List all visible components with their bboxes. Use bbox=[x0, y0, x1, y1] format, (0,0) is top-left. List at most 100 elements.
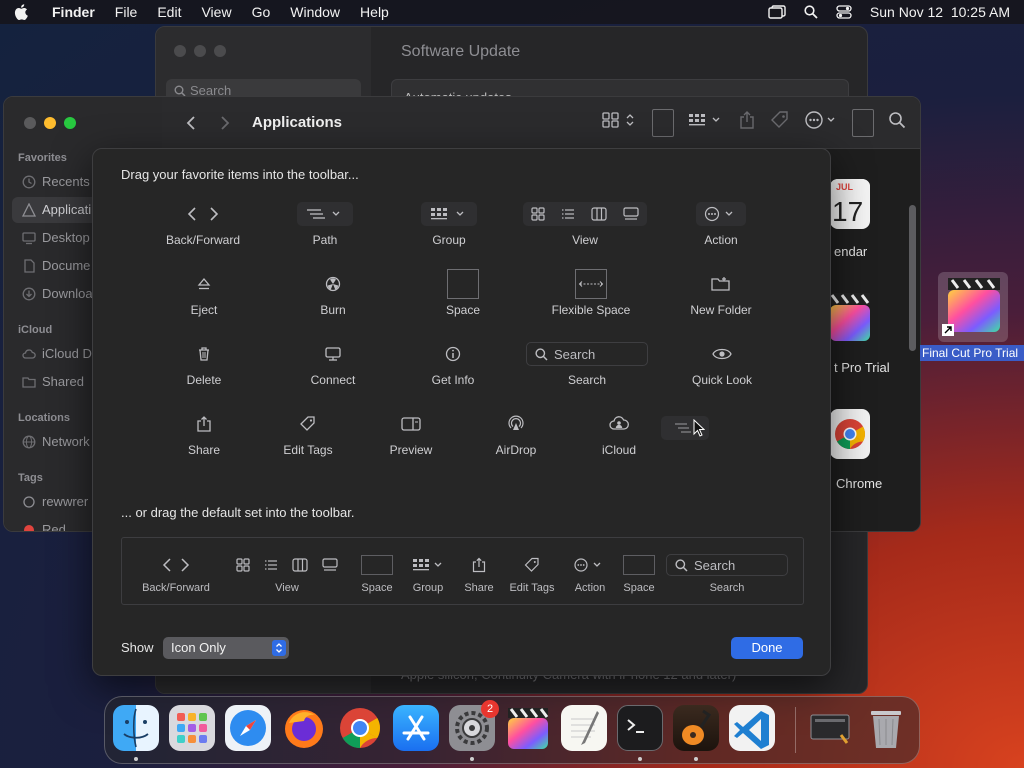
window-controls bbox=[24, 117, 76, 129]
toolbar-item-path[interactable]: Path bbox=[295, 199, 355, 247]
done-button[interactable]: Done bbox=[731, 637, 803, 659]
dock-screenshot-icon[interactable] bbox=[807, 705, 853, 751]
minimize-button[interactable] bbox=[194, 45, 206, 57]
dock-finder-icon[interactable] bbox=[113, 705, 159, 751]
menu-help[interactable]: Help bbox=[360, 4, 389, 20]
toolbar-item-label: Get Info bbox=[431, 373, 475, 387]
minimize-button[interactable] bbox=[44, 117, 56, 129]
toolbar-item-flexible-space[interactable]: Flexible Space bbox=[541, 269, 641, 317]
calendar-app-icon[interactable]: JUL 17 bbox=[830, 179, 870, 229]
dock-terminal-icon[interactable] bbox=[617, 705, 663, 751]
download-icon bbox=[22, 287, 36, 301]
close-button[interactable] bbox=[24, 117, 36, 129]
dock-app-store-icon[interactable] bbox=[393, 705, 439, 751]
toolbar-item-view[interactable]: View bbox=[515, 199, 655, 247]
dock-final-cut-pro-icon[interactable] bbox=[505, 705, 551, 751]
show-label: Show bbox=[121, 640, 154, 655]
red-tag-icon bbox=[24, 525, 34, 531]
dock-firefox-icon[interactable] bbox=[281, 705, 327, 751]
sidebar-section-favorites: Favorites bbox=[18, 152, 67, 164]
toolbar-item-group[interactable]: Group bbox=[419, 199, 479, 247]
chrome-app-icon[interactable] bbox=[830, 409, 870, 459]
search-button[interactable] bbox=[888, 111, 906, 134]
action-button[interactable] bbox=[804, 110, 838, 135]
apple-menu-icon[interactable] bbox=[14, 4, 30, 20]
toolbar-item-edit-tags[interactable]: Edit Tags bbox=[273, 409, 343, 457]
spotlight-icon[interactable] bbox=[804, 5, 818, 19]
menu-view[interactable]: View bbox=[201, 4, 231, 20]
forward-button[interactable] bbox=[208, 115, 242, 131]
menu-window[interactable]: Window bbox=[290, 4, 340, 20]
dock-vscode-icon[interactable] bbox=[729, 705, 775, 751]
toolbar-item-connect[interactable]: Connect bbox=[298, 339, 368, 387]
stage-manager-icon[interactable] bbox=[768, 5, 786, 19]
tag-button[interactable] bbox=[770, 110, 790, 135]
final-cut-pro-app-icon[interactable] bbox=[830, 291, 870, 341]
info-icon bbox=[445, 346, 461, 362]
dock-launchpad-icon[interactable] bbox=[169, 705, 215, 751]
menu-go[interactable]: Go bbox=[252, 4, 271, 20]
toolbar-item-eject[interactable]: Eject bbox=[174, 269, 234, 317]
toolbar-item-back-forward[interactable]: Back/Forward bbox=[163, 199, 243, 247]
dock-safari-icon[interactable] bbox=[225, 705, 271, 751]
toolbar-item-share[interactable]: Share bbox=[174, 409, 234, 457]
toolbar-item-get-info[interactable]: Get Info bbox=[423, 339, 483, 387]
search-icon bbox=[675, 558, 688, 572]
toolbar-item-label: Search bbox=[709, 582, 745, 594]
close-button[interactable] bbox=[174, 45, 186, 57]
toolbar-item-label: Action bbox=[704, 233, 738, 247]
flexible-space-placeholder bbox=[575, 269, 607, 299]
shared-folder-icon bbox=[22, 377, 36, 388]
toolbar-item-label: Group bbox=[412, 582, 444, 594]
default-toolbar-set[interactable]: Back/Forward View Space Group Share Edit… bbox=[121, 537, 804, 605]
menu-edit[interactable]: Edit bbox=[157, 4, 181, 20]
toolbar-item-label: Space bbox=[623, 582, 655, 594]
zoom-button[interactable] bbox=[214, 45, 226, 57]
share-icon bbox=[197, 416, 211, 432]
toolbar-item-space[interactable]: Space bbox=[433, 269, 493, 317]
toolbar-item-delete[interactable]: Delete bbox=[174, 339, 234, 387]
toolbar-item-action[interactable]: Action bbox=[691, 199, 751, 247]
toolbar-item-label: Connect bbox=[310, 373, 356, 387]
ellipsis-circle-icon bbox=[805, 111, 835, 129]
toolbar-item-preview[interactable]: Preview bbox=[381, 409, 441, 457]
finder-scrollbar[interactable] bbox=[909, 205, 916, 351]
default-item-group: Group bbox=[408, 552, 448, 594]
group-button[interactable] bbox=[688, 111, 724, 134]
search-field-preview: Search bbox=[666, 554, 788, 576]
desktop-final-cut-pro-icon[interactable] bbox=[938, 272, 1008, 342]
column-view-icon bbox=[591, 207, 607, 221]
dock-textedit-icon[interactable] bbox=[561, 705, 607, 751]
dock-trash-icon[interactable] bbox=[863, 705, 909, 751]
share-button[interactable] bbox=[738, 110, 756, 135]
toolbar-right-group bbox=[602, 108, 920, 137]
control-center-icon[interactable] bbox=[836, 5, 852, 19]
show-mode-select[interactable]: Icon Only bbox=[163, 637, 289, 659]
sidebar-item-label: Docume bbox=[42, 258, 91, 273]
toolbar-item-new-folder[interactable]: New Folder bbox=[681, 269, 761, 317]
software-update-title: Software Update bbox=[401, 43, 521, 60]
dock: 2 bbox=[104, 696, 920, 764]
toolbar-item-label: Eject bbox=[190, 303, 218, 317]
toolbar-item-quick-look[interactable]: Quick Look bbox=[682, 339, 762, 387]
toolbar-item-label: View bbox=[275, 582, 299, 594]
toolbar-item-burn[interactable]: Burn bbox=[303, 269, 363, 317]
toolbar-item-airdrop[interactable]: AirDrop bbox=[486, 409, 546, 457]
view-mode-button[interactable] bbox=[602, 111, 638, 134]
menu-app-name[interactable]: Finder bbox=[52, 4, 95, 20]
menu-file[interactable]: File bbox=[115, 4, 138, 20]
toolbar-item-search[interactable]: Search Search bbox=[526, 339, 648, 387]
dock-chrome-icon[interactable] bbox=[337, 705, 383, 751]
dock-garageband-icon[interactable] bbox=[673, 705, 719, 751]
back-button[interactable] bbox=[174, 115, 208, 131]
toolbar-item-icloud[interactable]: iCloud bbox=[589, 409, 649, 457]
share-icon bbox=[740, 111, 754, 129]
default-item-action: Action bbox=[570, 552, 610, 594]
dock-system-settings-icon[interactable]: 2 bbox=[449, 700, 499, 751]
toolbar-item-label: Burn bbox=[320, 303, 346, 317]
running-indicator bbox=[134, 757, 138, 761]
ellipsis-circle-icon bbox=[574, 558, 601, 572]
menu-clock[interactable]: Sun Nov 12 10:25 AM bbox=[870, 4, 1010, 20]
zoom-button[interactable] bbox=[64, 117, 76, 129]
menu-extras: Sun Nov 12 10:25 AM bbox=[768, 4, 1010, 20]
